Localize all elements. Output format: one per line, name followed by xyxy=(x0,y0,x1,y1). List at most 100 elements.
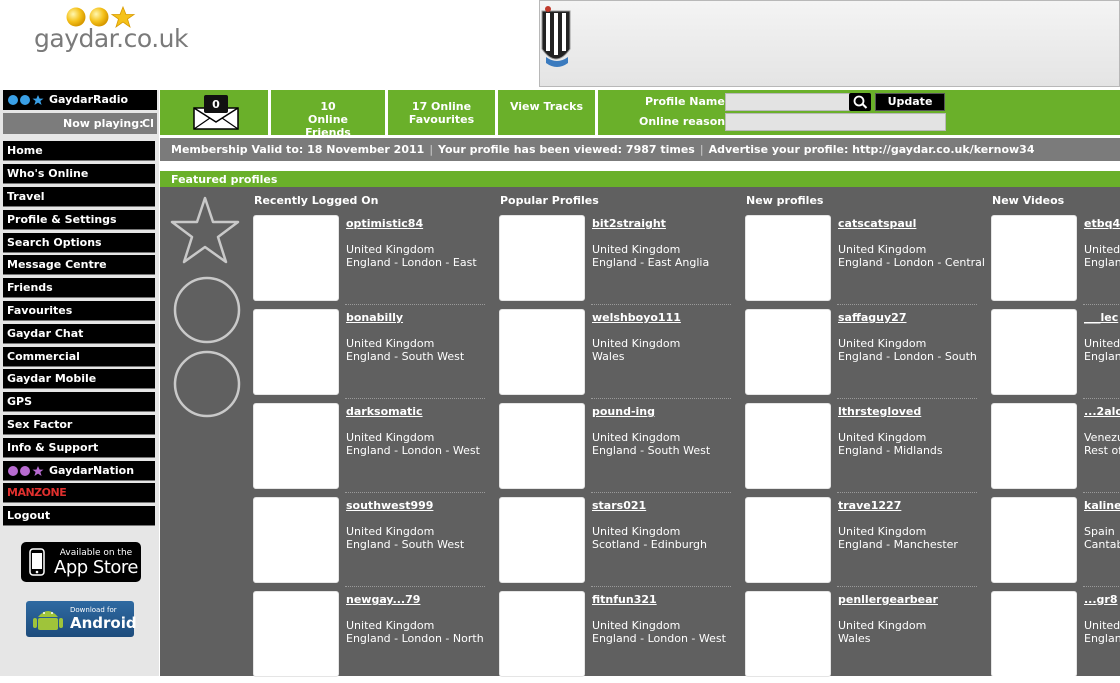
logo-text[interactable]: gaydar.co.uk xyxy=(34,24,188,53)
nav-item-travel[interactable]: Travel xyxy=(3,187,155,207)
profile-name-link[interactable]: penllergearbear xyxy=(838,593,938,606)
nav-item-sex-factor[interactable]: Sex Factor xyxy=(3,415,155,435)
app-store-badge[interactable]: Available on the App Store xyxy=(21,542,141,582)
profile-card[interactable]: kaline Spain Cantab xyxy=(991,497,1120,589)
profile-thumbnail[interactable] xyxy=(499,215,585,301)
profile-thumbnail[interactable] xyxy=(991,403,1077,489)
iphone-icon xyxy=(29,548,45,579)
profile-thumbnail[interactable] xyxy=(253,403,339,489)
messages-button[interactable]: 0 xyxy=(160,90,271,135)
profile-card[interactable]: ...2alol VenezuRest of xyxy=(991,403,1120,495)
profile-name-link[interactable]: lthrstegloved xyxy=(838,405,921,418)
profile-name-input[interactable] xyxy=(725,93,851,111)
nav-item-gaydar-chat[interactable]: Gaydar Chat xyxy=(3,324,155,344)
profile-name-link[interactable]: ...gr8 xyxy=(1084,593,1118,606)
profile-card[interactable]: southwest999 United Kingdom England - Sout… xyxy=(253,497,485,589)
profile-thumbnail[interactable] xyxy=(253,215,339,301)
profile-thumbnail[interactable] xyxy=(499,497,585,583)
profile-thumbnail[interactable] xyxy=(991,497,1077,583)
profile-name-link[interactable]: bit2straight xyxy=(592,217,666,230)
nav-item-info-support[interactable]: Info & Support xyxy=(3,438,155,458)
profile-thumbnail[interactable] xyxy=(499,403,585,489)
circle-filter-icon[interactable] xyxy=(173,350,241,421)
profile-card[interactable]: ___lec United IEngland xyxy=(991,309,1120,401)
profile-card[interactable]: pound-ing United Kingdom England - South W… xyxy=(499,403,731,495)
nav-item-label: GaydarNation xyxy=(49,464,135,477)
search-icon[interactable] xyxy=(849,93,871,111)
profile-thumbnail[interactable] xyxy=(745,591,831,677)
profile-views-text: Your profile has been viewed: 7987 times xyxy=(438,143,695,156)
profile-name-link[interactable]: trave1227 xyxy=(838,499,901,512)
android-badge[interactable]: Download for Android xyxy=(26,601,137,637)
profile-card[interactable]: fitnfun321 United Kingdom England - London… xyxy=(499,591,731,683)
nav-item-gps[interactable]: GPS xyxy=(3,392,155,412)
profile-thumbnail[interactable] xyxy=(499,309,585,395)
profile-card[interactable]: trave1227 United Kingdom England - Manches… xyxy=(745,497,977,589)
nav-item-gaydar-mobile[interactable]: Gaydar Mobile xyxy=(3,369,155,389)
profile-card[interactable]: etbq4 United IEngland xyxy=(991,215,1120,307)
profile-card[interactable]: bit2straight United Kingdom England - East… xyxy=(499,215,731,307)
view-tracks-button[interactable]: View Tracks xyxy=(498,90,598,135)
profile-name-link[interactable]: bonabilly xyxy=(346,311,403,324)
profile-name-link[interactable]: pound-ing xyxy=(592,405,655,418)
divider xyxy=(591,304,731,305)
profile-name-link[interactable]: kaline xyxy=(1084,499,1120,512)
profile-card[interactable]: penllergearbear United Kingdom Wales xyxy=(745,591,977,683)
advert-banner[interactable] xyxy=(539,0,1120,87)
profile-thumbnail[interactable] xyxy=(991,591,1077,676)
profile-card[interactable]: optimistic84 United Kingdom England - Lond… xyxy=(253,215,485,307)
update-button[interactable]: Update xyxy=(875,93,945,111)
gaydar-radio-button[interactable]: GaydarRadio xyxy=(3,90,157,110)
nav-item-label: GPS xyxy=(7,395,33,408)
nav-item-friends[interactable]: Friends xyxy=(3,278,155,298)
profile-card[interactable]: welshboyo111 United Kingdom Wales xyxy=(499,309,731,401)
profile-name-link[interactable]: saffaguy27 xyxy=(838,311,907,324)
divider xyxy=(1083,586,1120,587)
online-friends-button[interactable]: 10 Online Friends xyxy=(271,90,388,139)
profile-card[interactable]: catscatspaul United Kingdom England - Lond… xyxy=(745,215,985,307)
nav-item-favourites[interactable]: Favourites xyxy=(3,301,155,321)
nav-item-profile-settings[interactable]: Profile & Settings xyxy=(3,210,155,230)
profile-card[interactable]: newgay...79 United Kingdom England - Londo… xyxy=(253,591,485,683)
profile-card[interactable]: lthrstegloved United Kingdom England - Mid… xyxy=(745,403,977,495)
nav-item-message-centre[interactable]: Message Centre xyxy=(3,255,155,275)
profile-card[interactable]: darksomatic United Kingdom England - Londo… xyxy=(253,403,485,495)
profile-card[interactable]: stars021 United Kingdom Scotland - Edinbur… xyxy=(499,497,731,589)
circle-filter-icon[interactable] xyxy=(173,276,241,347)
profile-thumbnail[interactable] xyxy=(745,215,831,301)
nav-item-search-options[interactable]: Search Options xyxy=(3,233,155,253)
profile-thumbnail[interactable] xyxy=(745,309,831,395)
nav-item-logout[interactable]: Logout xyxy=(3,506,155,526)
profile-name-link[interactable]: stars021 xyxy=(592,499,646,512)
profile-thumbnail[interactable] xyxy=(745,497,831,583)
profile-card[interactable]: ...gr8 United IEngland xyxy=(991,591,1120,676)
profile-name-link[interactable]: newgay...79 xyxy=(346,593,420,606)
nav-item-gaydarnation[interactable]: GaydarNation xyxy=(3,461,155,481)
profile-name-link[interactable]: ...2alol xyxy=(1084,405,1120,418)
profile-card[interactable]: saffaguy27 United Kingdom England - London… xyxy=(745,309,977,401)
profile-name-link[interactable]: southwest999 xyxy=(346,499,433,512)
profile-thumbnail[interactable] xyxy=(253,591,339,677)
profile-thumbnail[interactable] xyxy=(991,215,1077,301)
profile-card[interactable]: bonabilly United Kingdom England - South W… xyxy=(253,309,485,401)
profile-thumbnail[interactable] xyxy=(253,309,339,395)
star-filter-icon[interactable] xyxy=(168,194,242,273)
profile-thumbnail[interactable] xyxy=(991,309,1077,395)
profile-name-link[interactable]: ___lec xyxy=(1084,311,1118,324)
profile-thumbnail[interactable] xyxy=(253,497,339,583)
profile-name-link[interactable]: catscatspaul xyxy=(838,217,916,230)
profile-name-link[interactable]: welshboyo111 xyxy=(592,311,681,324)
profile-name-link[interactable]: fitnfun321 xyxy=(592,593,657,606)
nav-item-manzone[interactable]: MANZONE xyxy=(3,483,155,503)
nav-item-home[interactable]: Home xyxy=(3,141,155,161)
profile-name-link[interactable]: optimistic84 xyxy=(346,217,423,230)
profile-name-link[interactable]: etbq4 xyxy=(1084,217,1120,230)
nav-item-commercial[interactable]: Commercial xyxy=(3,347,155,367)
nav-item-whos-online[interactable]: Who's Online xyxy=(3,164,155,184)
profile-thumbnail[interactable] xyxy=(499,591,585,677)
online-reason-input[interactable] xyxy=(725,113,946,131)
profile-thumbnail[interactable] xyxy=(745,403,831,489)
advertise-profile-link[interactable]: Advertise your profile: http://gaydar.co… xyxy=(709,143,1035,156)
profile-name-link[interactable]: darksomatic xyxy=(346,405,423,418)
online-favourites-button[interactable]: 17 Online Favourites xyxy=(388,90,498,135)
